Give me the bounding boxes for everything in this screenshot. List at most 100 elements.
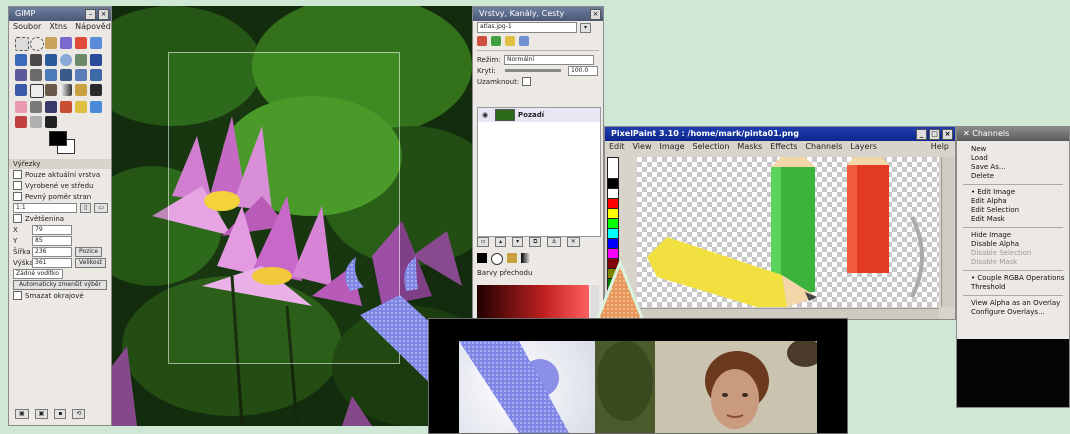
size-button[interactable]: Velikost	[75, 257, 107, 268]
channels-menu-item[interactable]: • Couple RGBA Operations	[957, 274, 1069, 283]
y-input[interactable]: 85	[32, 235, 72, 246]
layers-titlebar[interactable]: Vrstvy, Kanály, Cesty ×	[473, 7, 603, 21]
restore-options-icon[interactable]: ▣	[34, 409, 49, 419]
anchor-layer-icon[interactable]: ⚓	[547, 237, 561, 247]
channels-menu-item[interactable]: Edit Selection	[957, 206, 1069, 215]
ellipse-select-tool-icon[interactable]	[30, 37, 44, 51]
tab-paths-icon[interactable]	[505, 35, 515, 46]
opacity-slider[interactable]	[505, 69, 561, 72]
menu-help[interactable]: Help	[931, 141, 955, 153]
auto-shrink-button[interactable]: Automaticky zmenšit výběr	[13, 279, 107, 290]
tab-layers-icon[interactable]	[477, 35, 487, 46]
eye-icon[interactable]: ◉	[482, 111, 492, 119]
image-select[interactable]: atlas.jpg-1	[477, 22, 577, 33]
channels-menu-item[interactable]: View Alpha as an Overlay	[957, 299, 1069, 308]
channels-menu-item[interactable]: Edit Mask	[957, 215, 1069, 224]
channels-menu-item[interactable]: • Edit Image	[957, 188, 1069, 197]
guides-select[interactable]: Žádné vodítko	[13, 268, 63, 279]
channels-menu-item[interactable]: Disable Alpha	[957, 240, 1069, 249]
opacity-input[interactable]: 100.0	[568, 65, 598, 76]
close-icon[interactable]: ×	[98, 9, 109, 20]
fixed-ratio-checkbox[interactable]	[13, 192, 22, 201]
smudge-tool-icon[interactable]	[15, 116, 27, 128]
maximize-icon[interactable]: □	[929, 129, 940, 140]
reset-options-icon[interactable]: ⟲	[72, 409, 86, 419]
minimize-icon[interactable]: –	[85, 9, 96, 20]
raise-layer-icon[interactable]: ▴	[495, 237, 507, 247]
paintbrush-tool-icon[interactable]	[90, 84, 102, 96]
channels-menu-item[interactable]: Save As...	[957, 163, 1069, 172]
path-edit-tool-icon[interactable]	[45, 116, 57, 128]
channels-menu-item[interactable]: Load	[957, 154, 1069, 163]
channels-titlebar[interactable]: ✕ Channels	[957, 127, 1069, 141]
text-tool-icon[interactable]	[30, 84, 44, 98]
paths-tool-icon[interactable]	[30, 54, 42, 66]
menu-xtns[interactable]: Xtns	[49, 21, 67, 33]
color-select-tool-icon[interactable]	[75, 37, 87, 49]
color-swatches[interactable]	[49, 131, 75, 154]
free-select-tool-icon[interactable]	[45, 37, 57, 49]
new-layer-icon[interactable]: ▫	[477, 237, 490, 247]
color-picker-tool-icon[interactable]	[45, 54, 57, 66]
auto-button[interactable]: ▾	[580, 22, 592, 33]
blur-tool-icon[interactable]	[90, 101, 102, 113]
foreground-color-swatch[interactable]	[49, 131, 67, 146]
flip-tool-icon[interactable]	[15, 84, 27, 96]
tab-channels-icon[interactable]	[491, 35, 501, 46]
channels-menu-item[interactable]: Delete	[957, 172, 1069, 181]
zoom-checkbox[interactable]	[13, 214, 22, 223]
close-icon[interactable]: ✕	[963, 129, 972, 138]
scale-tool-icon[interactable]	[60, 69, 72, 81]
duplicate-layer-icon[interactable]: ⧉	[529, 237, 542, 247]
scissors-tool-icon[interactable]	[90, 37, 102, 49]
height-input[interactable]: 361	[32, 257, 72, 268]
x-input[interactable]: 79	[32, 224, 72, 235]
toolbox-titlebar[interactable]: GIMP – ×	[9, 7, 111, 21]
channels-menu-item[interactable]: New	[957, 145, 1069, 154]
layer-row[interactable]: ◉ Pozadí	[478, 108, 600, 122]
close-icon[interactable]: ×	[590, 9, 601, 20]
tab-undo-icon[interactable]	[519, 35, 529, 46]
menu-layers[interactable]: Layers	[850, 141, 876, 153]
rect-select-tool-icon[interactable]	[15, 37, 29, 51]
layer-name[interactable]: Pozadí	[518, 111, 544, 119]
menu-edit[interactable]: Edit	[609, 141, 625, 153]
palette-swatch[interactable]	[608, 189, 618, 198]
palette-swatch[interactable]	[608, 219, 618, 228]
minimize-icon[interactable]: _	[916, 129, 927, 140]
delete-layer-icon[interactable]: ✕	[566, 237, 580, 247]
channels-menu-item[interactable]: Threshold	[957, 283, 1069, 292]
ink-tool-icon[interactable]	[45, 101, 57, 113]
palette-swatch[interactable]	[608, 209, 618, 218]
centered-checkbox[interactable]	[13, 181, 22, 190]
menu-masks[interactable]: Masks	[737, 141, 762, 153]
current-layer-checkbox[interactable]	[13, 170, 22, 179]
channels-menu-item[interactable]: Edit Alpha	[957, 197, 1069, 206]
palette-swatch[interactable]	[608, 199, 618, 208]
crop-tool-icon[interactable]	[30, 69, 42, 81]
align-tool-icon[interactable]	[15, 69, 27, 81]
brush-preview[interactable]	[608, 158, 618, 178]
lock-pixels-checkbox[interactable]	[522, 77, 532, 86]
airbrush-tool-icon[interactable]	[30, 101, 42, 113]
portrait-icon[interactable]: ▯	[80, 202, 92, 213]
delete-options-icon[interactable]: ▪	[54, 409, 67, 419]
clone-tool-icon[interactable]	[60, 101, 72, 113]
menu-image[interactable]: Image	[659, 141, 684, 153]
menu-effects[interactable]: Effects	[770, 141, 797, 153]
save-options-icon[interactable]: ▣	[15, 409, 29, 419]
rotate-tool-icon[interactable]	[45, 69, 57, 81]
palette-swatch[interactable]	[608, 179, 618, 188]
landscape-icon[interactable]: ▭	[94, 202, 108, 213]
menu-help[interactable]: Nápověda	[75, 21, 111, 33]
close-icon[interactable]: ×	[942, 129, 953, 140]
dodge-tool-icon[interactable]	[30, 116, 42, 128]
menu-channels[interactable]: Channels	[805, 141, 842, 153]
portrait-photo[interactable]	[595, 341, 817, 433]
measure-tool-icon[interactable]	[75, 54, 87, 66]
shear-tool-icon[interactable]	[75, 69, 87, 81]
fuzzy-select-tool-icon[interactable]	[60, 37, 72, 49]
pencil-tool-icon[interactable]	[75, 84, 87, 96]
palette-swatch[interactable]	[608, 239, 618, 248]
menu-file[interactable]: Soubor	[13, 21, 41, 33]
